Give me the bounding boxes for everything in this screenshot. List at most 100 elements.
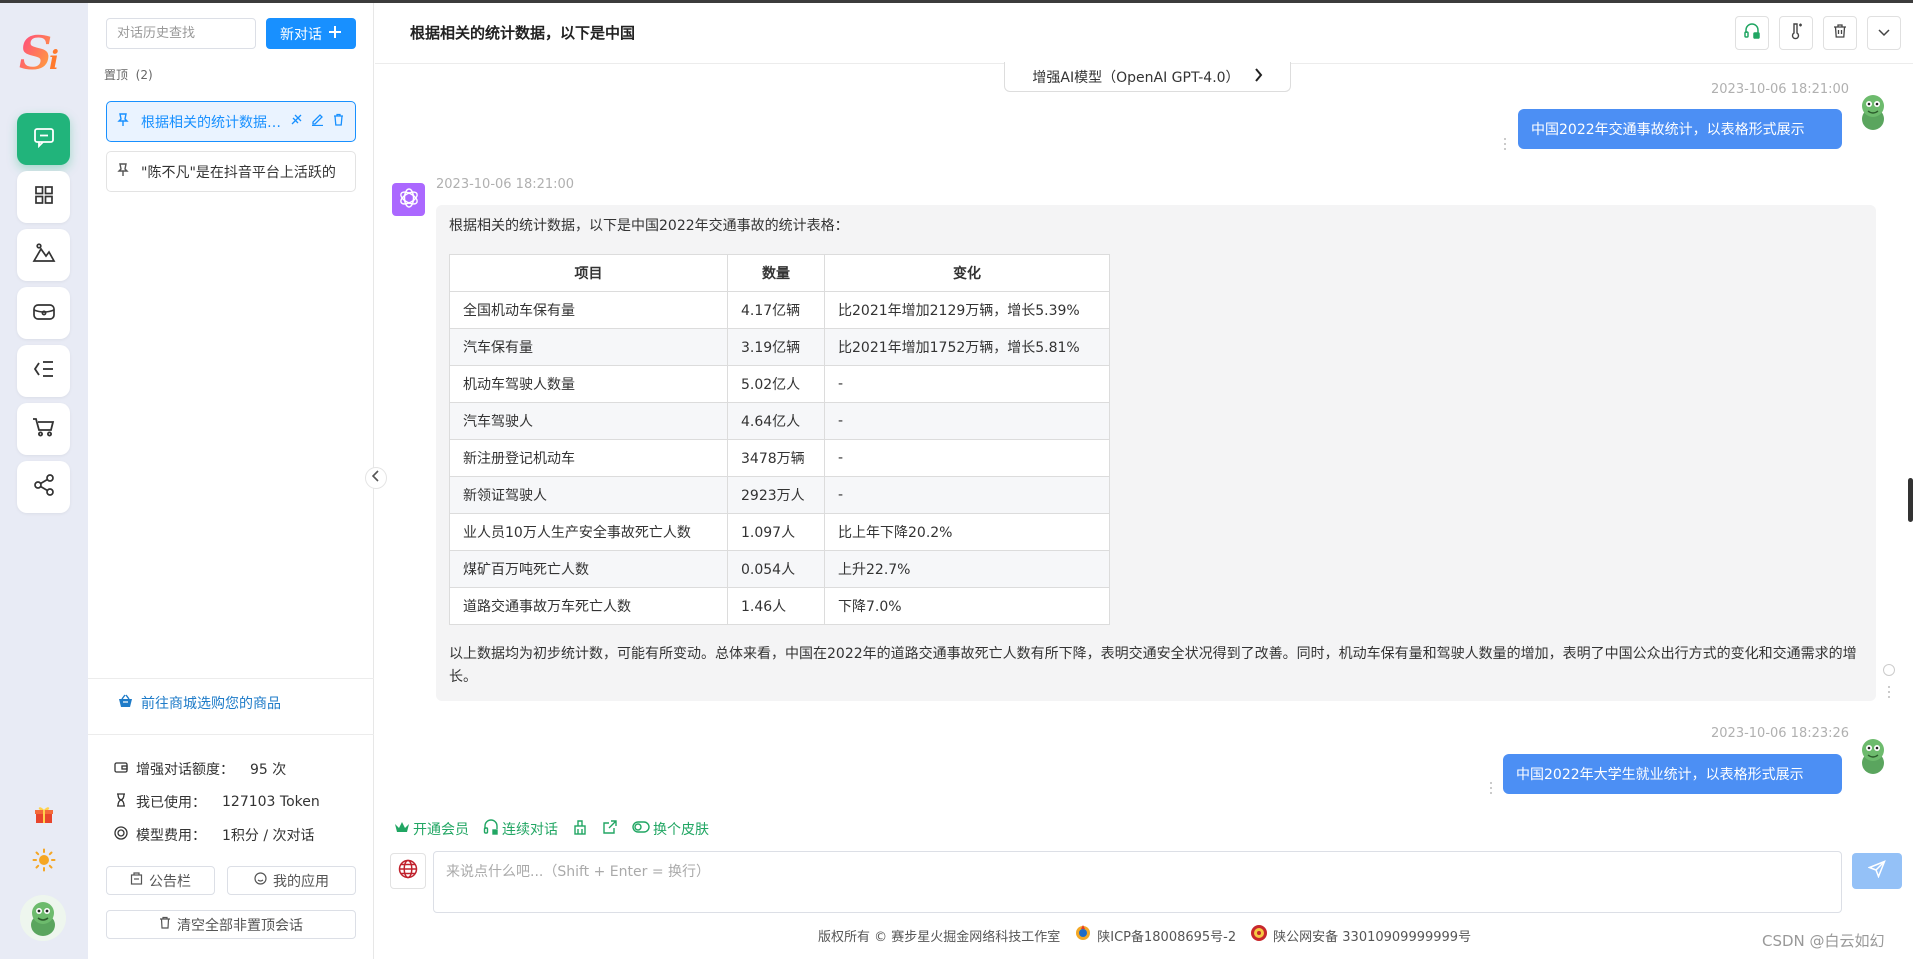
shop-link-label: 前往商城选购您的商品 <box>141 696 281 712</box>
crown-icon <box>394 820 410 838</box>
headset-icon <box>483 819 499 839</box>
table-cell: 1.46人 <box>727 587 825 625</box>
continuous-chat-label: 连续对话 <box>502 822 558 838</box>
message-more-icon[interactable] <box>1888 686 1891 698</box>
message-input[interactable]: 来说点什么吧...（Shift + Enter = 换行） <box>433 851 1842 913</box>
continuous-chat-toggle[interactable]: 连续对话 <box>483 819 558 839</box>
change-skin-button[interactable]: 换个皮肤 <box>632 819 709 839</box>
stat-used: 我已使用： 127103 Token <box>114 792 320 812</box>
grid-icon <box>33 184 55 210</box>
vip-label: 开通会员 <box>413 822 469 838</box>
quota-value: 95 次 <box>250 762 287 778</box>
fee-value: 1积分 / 次对话 <box>222 828 315 844</box>
svg-text:S: S <box>19 26 52 77</box>
export-share-button[interactable] <box>602 819 618 839</box>
change-skin-label: 换个皮肤 <box>653 822 709 838</box>
table-cell: 机动车驾驶人数量 <box>449 365 728 403</box>
clear-conversations-button[interactable]: 清空全部非置顶会话 <box>106 910 356 939</box>
history-search-input[interactable]: 对话历史查找 <box>106 18 256 49</box>
model-selector[interactable]: 增强AI模型（OpenAI GPT-4.0） <box>1004 62 1291 92</box>
sun-icon[interactable] <box>30 846 58 874</box>
rail-share-button[interactable] <box>17 461 70 513</box>
rail-wallet-button[interactable] <box>17 287 70 339</box>
rail-apps-button[interactable] <box>17 171 70 223</box>
table-header-cell: 项目 <box>449 254 728 292</box>
rail-menu-button[interactable] <box>17 345 70 397</box>
table-cell: 1.097人 <box>727 513 825 551</box>
table-row: 道路交通事故万车死亡人数 1.46人 下降7.0% <box>449 587 1110 625</box>
collapse-sidebar-button[interactable] <box>365 467 387 489</box>
rail-cart-button[interactable] <box>17 403 70 455</box>
send-icon <box>1867 860 1886 882</box>
table-row: 机动车驾驶人数量 5.02亿人 - <box>449 365 1110 403</box>
table-cell: 4.64亿人 <box>727 402 825 440</box>
unpin-icon[interactable] <box>290 113 303 130</box>
table-header-cell: 变化 <box>824 254 1110 292</box>
table-cell: 道路交通事故万车死亡人数 <box>449 587 728 625</box>
notice-button[interactable]: 公告栏 <box>106 866 215 895</box>
icp-link[interactable]: 陕ICP备18008695号-2 <box>1074 924 1236 946</box>
message-timestamp: 2023-10-06 18:23:26 <box>1711 726 1850 741</box>
table-cell: 全国机动车保有量 <box>449 291 728 329</box>
footer-copyright: 版权所有 © 赛步星火掘金网络科技工作室 <box>818 929 1061 945</box>
my-apps-label: 我的应用 <box>273 873 329 890</box>
table-row: 业人员10万人生产安全事故死亡人数 1.097人 比上年下降20.2% <box>449 513 1110 551</box>
send-button[interactable] <box>1852 853 1902 889</box>
rail-image-button[interactable] <box>17 229 70 281</box>
user-avatar[interactable] <box>20 895 66 941</box>
police-badge-icon <box>1250 924 1268 946</box>
police-link[interactable]: 陕公网安备 33010909999999号 <box>1250 924 1471 946</box>
globe-icon <box>398 859 418 883</box>
conversation-item-active[interactable]: 根据相关的统计数据，以下是中国 <box>106 101 356 142</box>
assistant-message: 根据相关的统计数据，以下是中国2022年交通事故的统计表格： 项目 数量 变化 … <box>436 205 1876 701</box>
plus-icon <box>328 25 342 43</box>
export-icon <box>602 819 618 839</box>
message-more-icon[interactable] <box>1504 138 1507 150</box>
pinned-section-label: 置顶 (2) <box>104 66 153 83</box>
scrollbar-thumb[interactable] <box>1908 478 1913 522</box>
vip-button[interactable]: 开通会员 <box>394 819 469 839</box>
table-cell: 比上年下降20.2% <box>824 513 1110 551</box>
svg-text:i: i <box>49 46 59 76</box>
conversation-item[interactable]: "陈不凡"是在抖音平台上活跃的 <box>106 151 356 192</box>
watermark: CSDN @白云如幻 <box>1762 932 1885 950</box>
shop-link[interactable]: 前往商城选购您的商品 <box>118 693 281 713</box>
more-options-button[interactable] <box>1867 16 1901 50</box>
chat-icon <box>33 126 55 152</box>
broom-icon <box>572 819 588 839</box>
divider <box>88 678 374 679</box>
export-button[interactable] <box>1735 16 1769 50</box>
table-cell: 比2021年增加2129万辆，增长5.39% <box>824 291 1110 329</box>
icp-badge-icon <box>1074 924 1092 946</box>
language-button[interactable] <box>390 853 426 889</box>
wallet-small-icon <box>114 760 128 778</box>
gift-icon[interactable] <box>30 801 58 829</box>
trash-icon <box>1832 23 1848 43</box>
my-apps-button[interactable]: 我的应用 <box>227 866 356 895</box>
new-chat-label: 新对话 <box>280 26 322 43</box>
user-message-bubble: 中国2022年交通事故统计，以表格形式展示 <box>1518 109 1842 149</box>
model-selector-label: 增强AI模型（OpenAI GPT-4.0） <box>1032 69 1240 86</box>
table-cell: 2923万人 <box>727 476 825 514</box>
pin-icon[interactable] <box>117 162 129 181</box>
delete-chat-button[interactable] <box>1823 16 1857 50</box>
fee-label: 模型费用： <box>136 828 206 844</box>
app-logo[interactable]: S i <box>17 25 71 80</box>
site-footer: 版权所有 © 赛步星火掘金网络科技工作室 陕ICP备18008695号-2 陕公… <box>818 924 1471 946</box>
edit-icon[interactable] <box>311 113 324 130</box>
rail-chat-button[interactable] <box>17 113 70 165</box>
assistant-summary-text: 以上数据均为初步统计数，可能有所变动。总体来看，中国在2022年的道路交通事故死… <box>449 646 1857 685</box>
thermometer-icon <box>1787 22 1805 44</box>
table-cell: 下降7.0% <box>824 587 1110 625</box>
stat-fee: 模型费用： 1积分 / 次对话 <box>114 825 315 845</box>
clear-input-button[interactable] <box>572 819 588 839</box>
message-more-icon[interactable] <box>1490 782 1493 794</box>
table-row: 汽车保有量 3.19亿辆 比2021年增加1752万辆，增长5.81% <box>449 328 1110 366</box>
new-chat-button[interactable]: 新对话 <box>266 18 356 49</box>
delete-icon[interactable] <box>332 113 345 130</box>
icp-text: 陕ICP备18008695号-2 <box>1097 929 1237 945</box>
toggle-icon <box>632 821 650 837</box>
pin-icon[interactable] <box>117 112 129 131</box>
wallet-icon <box>32 300 56 326</box>
temperature-button[interactable] <box>1779 16 1813 50</box>
